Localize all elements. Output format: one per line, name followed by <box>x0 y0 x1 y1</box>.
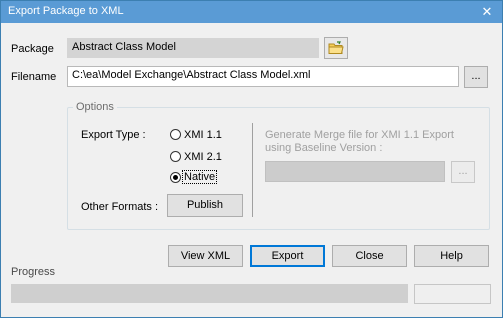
folder-icon <box>328 41 344 54</box>
filename-label: Filename <box>11 71 57 83</box>
dialog-title: Export Package to XML <box>8 5 124 17</box>
export-package-dialog: Export Package to XML ✕ Package Abstract… <box>0 0 503 318</box>
close-button[interactable]: Close <box>332 245 407 267</box>
merge-label-line2: using Baseline Version : <box>265 142 383 154</box>
filename-browse-button[interactable]: ... <box>464 66 488 88</box>
radio-xmi-21-label[interactable]: XMI 2.1 <box>184 151 222 163</box>
export-button[interactable]: Export <box>250 245 325 267</box>
title-bar: Export Package to XML ✕ <box>1 1 502 23</box>
baseline-browse-button: ... <box>451 161 475 183</box>
progress-bar <box>11 284 408 303</box>
options-group-title: Options <box>73 101 117 113</box>
close-icon[interactable]: ✕ <box>475 2 499 21</box>
package-browse-button[interactable] <box>324 37 348 59</box>
radio-xmi-21[interactable] <box>170 151 181 162</box>
package-field: Abstract Class Model <box>67 38 319 58</box>
publish-button[interactable]: Publish <box>167 194 243 217</box>
cancel-progress-button <box>414 284 491 304</box>
view-xml-button[interactable]: View XML <box>168 245 243 267</box>
radio-native[interactable] <box>170 172 181 183</box>
merge-label-line1: Generate Merge file for XMI 1.1 Export <box>265 129 454 141</box>
help-button[interactable]: Help <box>414 245 489 267</box>
progress-label: Progress <box>11 266 56 278</box>
other-formats-label: Other Formats : <box>81 201 159 213</box>
radio-native-label[interactable]: Native <box>181 170 218 184</box>
radio-xmi-11-label[interactable]: XMI 1.1 <box>184 129 222 141</box>
baseline-version-field <box>265 161 445 182</box>
package-label: Package <box>11 43 54 55</box>
radio-xmi-11[interactable] <box>170 129 181 140</box>
filename-input[interactable]: C:\ea\Model Exchange\Abstract Class Mode… <box>67 66 459 87</box>
options-divider <box>252 123 253 217</box>
export-type-label: Export Type : <box>81 129 146 141</box>
